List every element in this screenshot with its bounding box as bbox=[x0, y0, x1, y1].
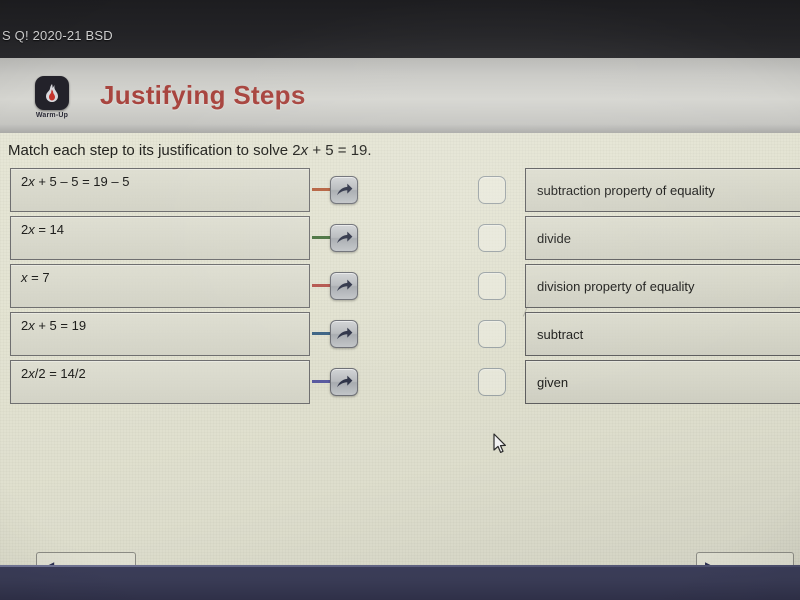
justification-checkbox[interactable] bbox=[478, 176, 506, 204]
arrow-right-icon[interactable] bbox=[330, 272, 358, 300]
justification-label: subtraction property of equality bbox=[537, 183, 715, 198]
justification-checkbox[interactable] bbox=[478, 320, 506, 348]
step-text: x = 7 bbox=[21, 270, 50, 285]
step-box[interactable]: 2x/2 = 14/2 bbox=[10, 360, 310, 404]
connector-line bbox=[312, 188, 332, 191]
mouse-cursor bbox=[493, 433, 506, 453]
justification-checkbox[interactable] bbox=[478, 368, 506, 396]
worksheet-body: Match each step to its justification to … bbox=[0, 133, 800, 565]
justification-box[interactable]: subtract bbox=[525, 312, 800, 356]
justification-checkbox[interactable] bbox=[478, 224, 506, 252]
justification-checkbox[interactable] bbox=[478, 272, 506, 300]
justification-label: divide bbox=[537, 231, 571, 246]
instruction-text-part1: Match each step to its justification to … bbox=[8, 142, 301, 159]
warmup-logo: Warm-Up bbox=[32, 76, 72, 119]
step-text: 2x + 5 – 5 = 19 – 5 bbox=[21, 174, 129, 189]
connector-line bbox=[312, 284, 332, 287]
connector-line bbox=[312, 332, 332, 335]
justification-box[interactable]: divide bbox=[525, 216, 800, 260]
matching-row: x = 7 division property of equality bbox=[0, 264, 800, 308]
app-header: Warm-Up Justifying Steps bbox=[0, 58, 800, 134]
instruction-text: Match each step to its justification to … bbox=[8, 142, 372, 159]
connector-line bbox=[312, 380, 332, 383]
justification-label: subtract bbox=[537, 327, 584, 342]
step-box[interactable]: 2x + 5 – 5 = 19 – 5 bbox=[10, 168, 310, 212]
browser-chrome-bar: S Q! 2020-21 BSD bbox=[0, 0, 800, 58]
flame-icon bbox=[35, 76, 69, 110]
screen-photo: S Q! 2020-21 BSD Warm-Up Justifying Step… bbox=[0, 0, 800, 600]
matching-row: 2x + 5 – 5 = 19 – 5 subtraction property … bbox=[0, 168, 800, 212]
arrow-right-icon[interactable] bbox=[330, 368, 358, 396]
step-box[interactable]: x = 7 bbox=[10, 264, 310, 308]
step-text-part2: + 5 – 5 = 19 – 5 bbox=[34, 174, 130, 189]
step-text: 2x = 14 bbox=[21, 222, 64, 237]
page-title: Justifying Steps bbox=[100, 80, 306, 110]
justification-label: division property of equality bbox=[537, 279, 695, 294]
step-text: 2x + 5 = 19 bbox=[21, 318, 86, 333]
arrow-right-icon[interactable] bbox=[330, 176, 358, 204]
step-box[interactable]: 2x + 5 = 19 bbox=[10, 312, 310, 356]
matching-row: 2x/2 = 14/2 given bbox=[0, 360, 800, 404]
arrow-right-icon[interactable] bbox=[330, 224, 358, 252]
step-text: 2x/2 = 14/2 bbox=[21, 366, 86, 381]
connector-line bbox=[312, 236, 332, 239]
step-box[interactable]: 2x = 14 bbox=[10, 216, 310, 260]
matching-row: 2x = 14 divide bbox=[0, 216, 800, 260]
step-text-part2: + 5 = 19 bbox=[34, 318, 87, 333]
instruction-text-part2: + 5 = 19. bbox=[308, 142, 372, 159]
bottom-dark-band bbox=[0, 565, 800, 600]
justification-box[interactable]: division property of equality bbox=[525, 264, 800, 308]
arrow-right-icon[interactable] bbox=[330, 320, 358, 348]
browser-tab-title[interactable]: S Q! 2020-21 BSD bbox=[2, 28, 113, 43]
justification-label: given bbox=[537, 375, 569, 390]
step-text-part2: = 14 bbox=[34, 222, 65, 237]
justification-box[interactable]: given bbox=[525, 360, 800, 404]
justification-box[interactable]: subtraction property of equality bbox=[525, 168, 800, 212]
step-text-part2: /2 = 14/2 bbox=[34, 366, 86, 381]
matching-row: 2x + 5 = 19 subtract bbox=[0, 312, 800, 356]
warmup-logo-label: Warm-Up bbox=[35, 112, 69, 119]
step-text-part2: = 7 bbox=[27, 270, 50, 285]
screen-bottom-edge bbox=[0, 565, 800, 567]
